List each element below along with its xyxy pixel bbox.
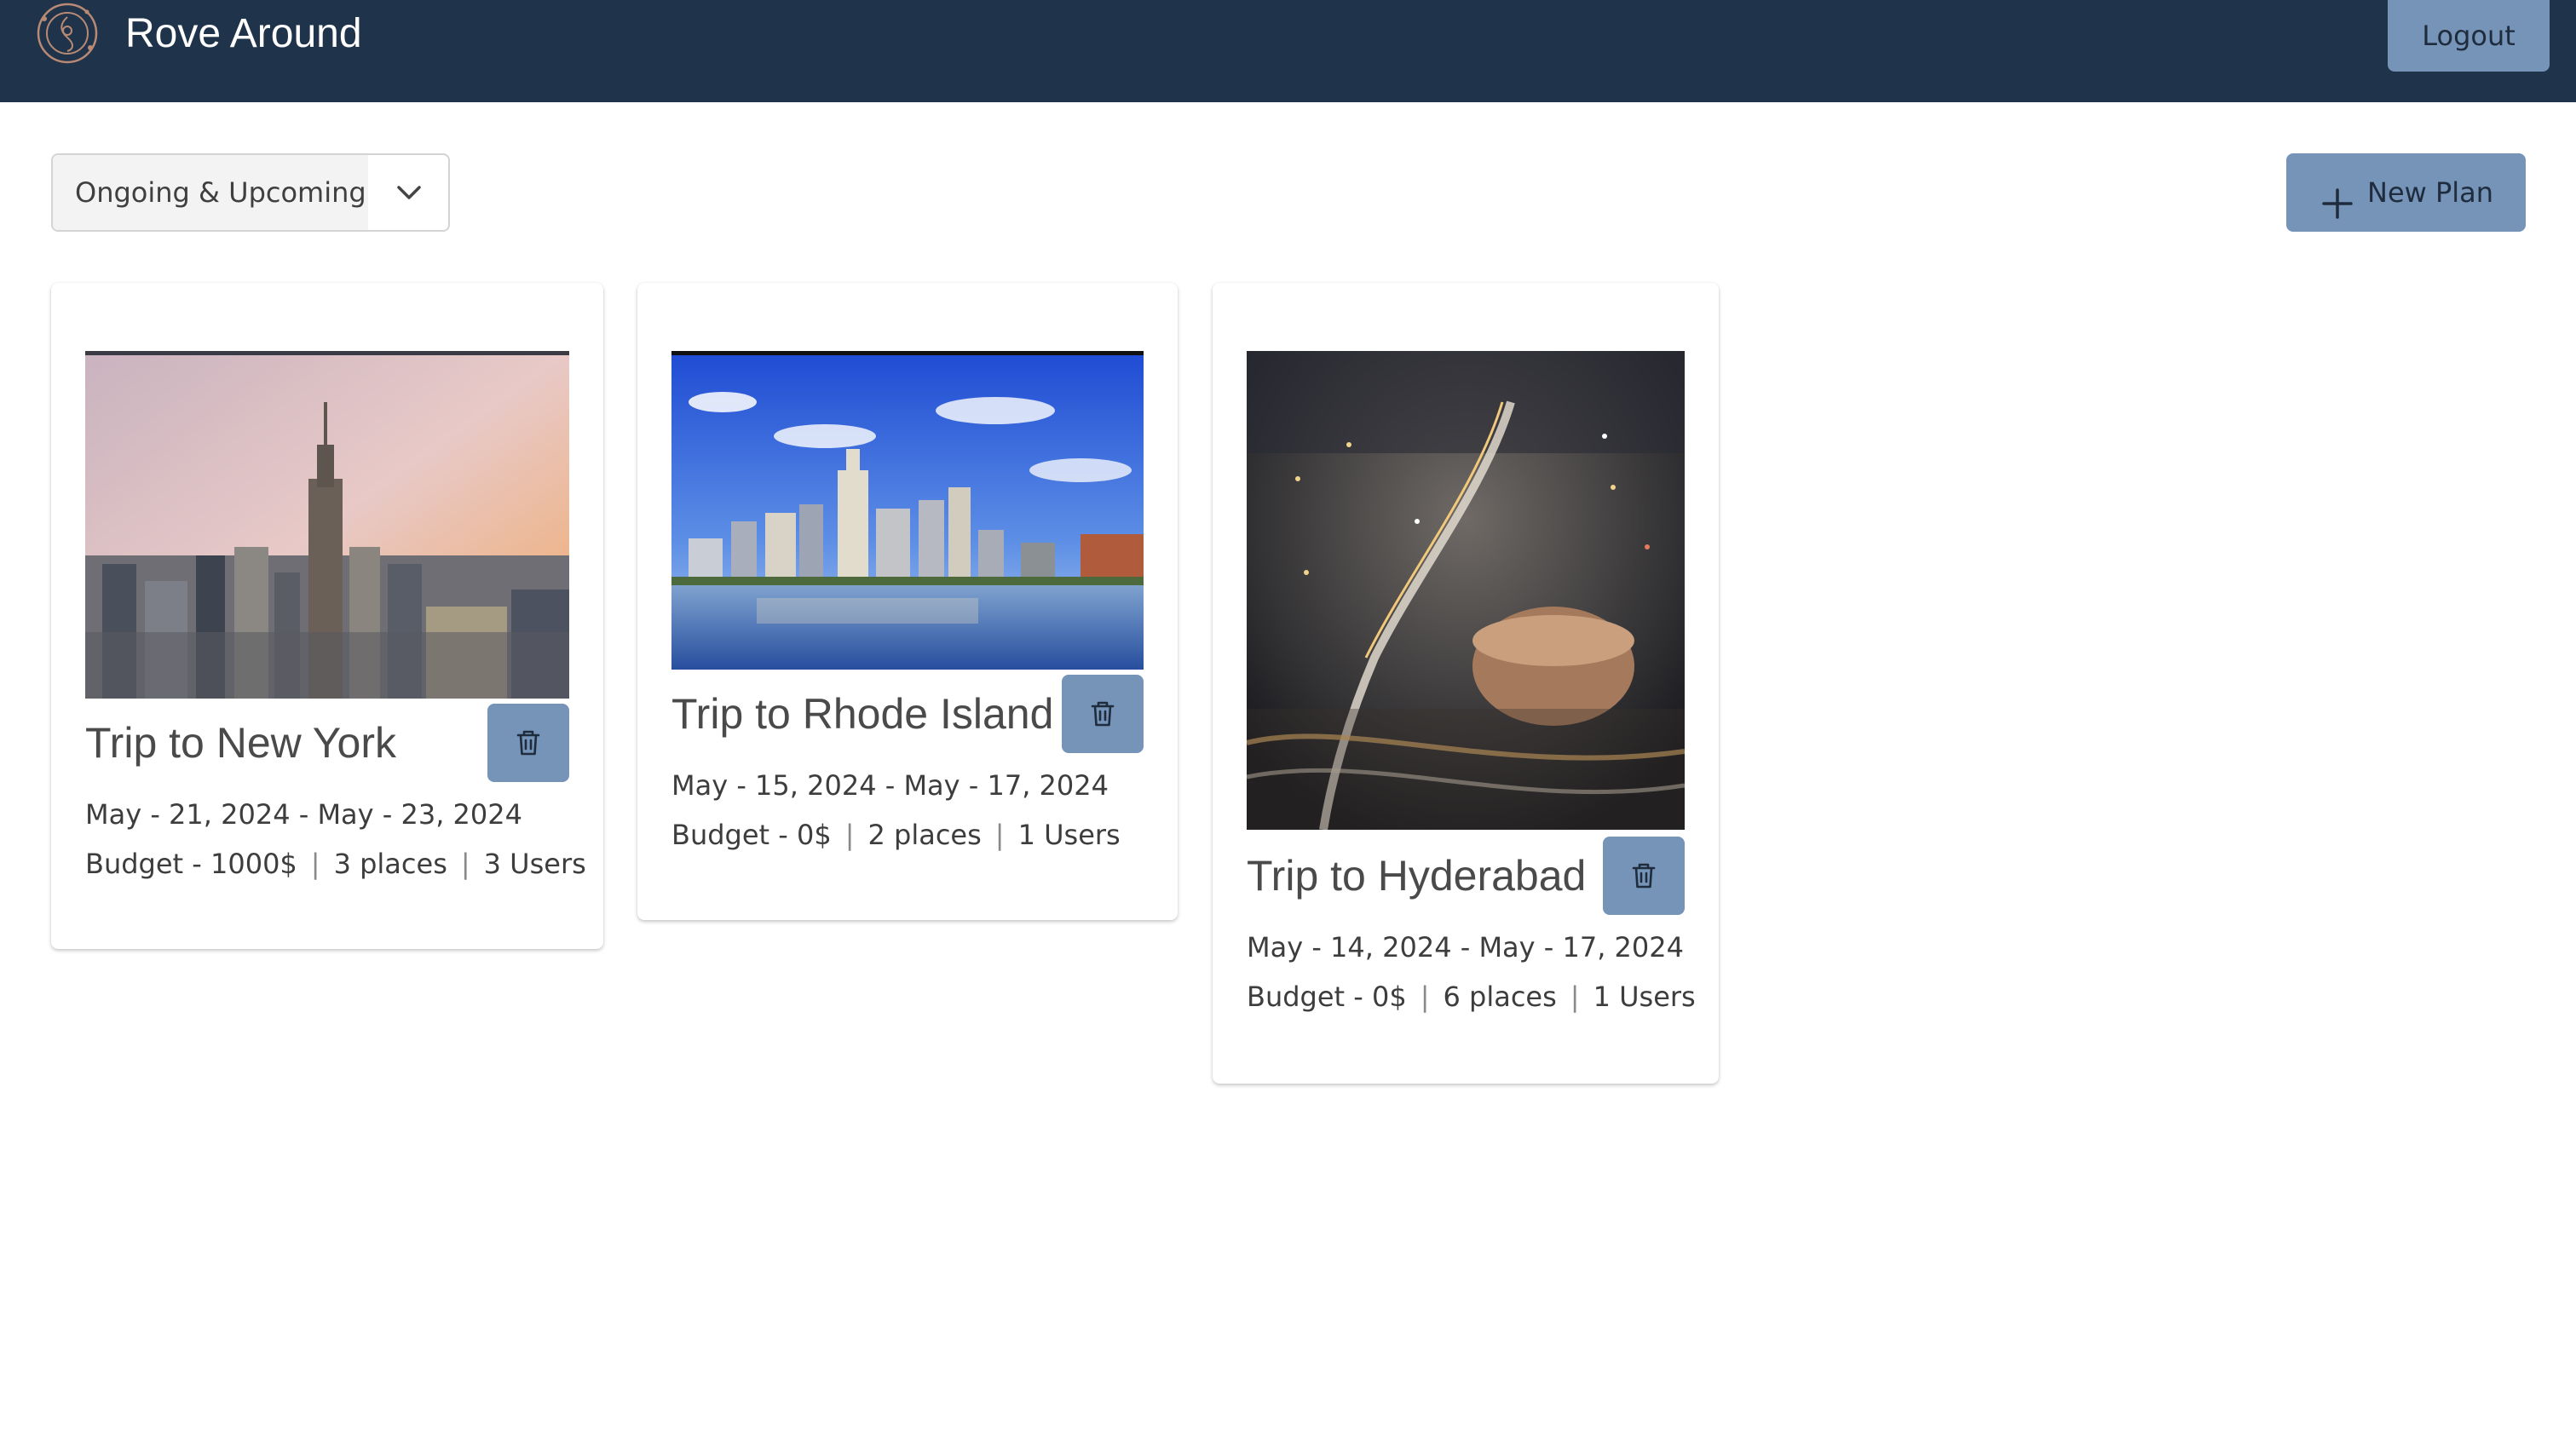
divider: | — [460, 848, 470, 880]
trip-image — [85, 351, 569, 699]
trip-meta: Budget - 1000$ | 3 places | 3 Users — [85, 847, 586, 881]
trip-users: 3 Users — [483, 848, 586, 880]
delete-trip-button[interactable] — [487, 704, 569, 782]
trip-card[interactable]: Trip to New York May - 21, 2024 - May - … — [51, 283, 603, 949]
filter-selected-value: Ongoing & Upcoming — [53, 155, 368, 230]
trip-title: Trip to Rhode Island — [671, 690, 1054, 738]
trip-budget: Budget - 0$ — [1247, 981, 1407, 1013]
trash-icon — [1632, 863, 1656, 889]
delete-trip-button[interactable] — [1603, 837, 1685, 915]
divider: | — [844, 819, 855, 851]
divider: | — [1570, 981, 1580, 1013]
compass-logo-icon[interactable] — [34, 0, 101, 66]
logout-button[interactable]: Logout — [2388, 0, 2550, 72]
trip-places: 3 places — [333, 848, 447, 880]
trip-dates: May - 15, 2024 - May - 17, 2024 — [671, 769, 1109, 802]
trip-title: Trip to Hyderabad — [1247, 852, 1587, 900]
divider: | — [310, 848, 320, 880]
trash-icon — [516, 730, 540, 756]
trip-budget: Budget - 1000$ — [85, 848, 297, 880]
divider: | — [1420, 981, 1430, 1013]
new-plan-label: New Plan — [2367, 176, 2494, 209]
app-title: Rove Around — [125, 11, 362, 56]
plus-icon — [2320, 172, 2354, 219]
trip-meta: Budget - 0$ | 2 places | 1 Users — [671, 818, 1121, 852]
delete-trip-button[interactable] — [1062, 675, 1144, 753]
trip-places: 2 places — [867, 819, 982, 851]
trip-meta: Budget - 0$ | 6 places | 1 Users — [1247, 980, 1696, 1014]
trip-card[interactable]: Trip to Rhode Island May - 15, 2024 - Ma… — [637, 283, 1178, 920]
trip-filter-select[interactable]: Ongoing & Upcoming — [51, 153, 450, 232]
trip-dates: May - 14, 2024 - May - 17, 2024 — [1247, 931, 1684, 963]
trip-image — [1247, 351, 1685, 830]
trip-users: 1 Users — [1017, 819, 1121, 851]
trip-title: Trip to New York — [85, 719, 396, 767]
chevron-down-icon[interactable] — [368, 155, 448, 230]
trip-card[interactable]: Trip to Hyderabad May - 14, 2024 - May -… — [1213, 283, 1719, 1084]
trip-users: 1 Users — [1593, 981, 1696, 1013]
trip-dates: May - 21, 2024 - May - 23, 2024 — [85, 798, 522, 831]
trash-icon — [1091, 701, 1115, 727]
divider: | — [994, 819, 1005, 851]
trip-places: 6 places — [1443, 981, 1557, 1013]
new-plan-button[interactable]: New Plan — [2286, 153, 2526, 232]
trip-budget: Budget - 0$ — [671, 819, 832, 851]
trip-image — [671, 351, 1144, 670]
top-nav-bar: Rove Around Logout — [0, 0, 2576, 102]
